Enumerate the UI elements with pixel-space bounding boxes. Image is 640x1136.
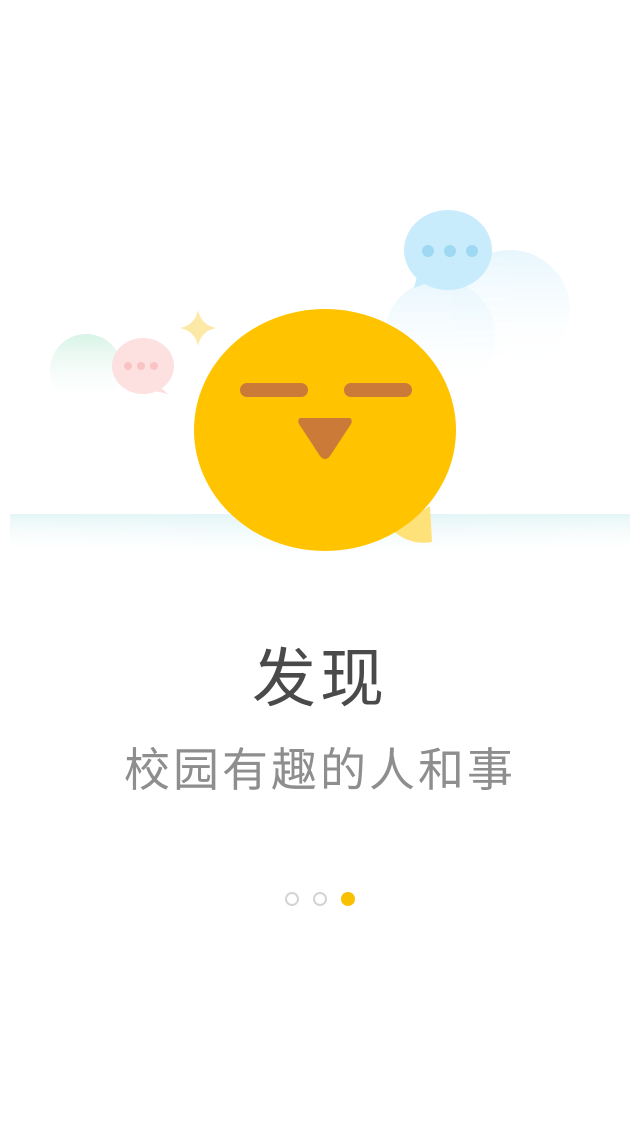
- speech-bubble-pink-icon: [112, 338, 174, 394]
- page-dot-2[interactable]: [313, 892, 327, 906]
- onboarding-screen[interactable]: 发现 校园有趣的人和事: [0, 0, 640, 1136]
- cloud-left: [50, 334, 122, 406]
- speech-bubble-blue-icon: [404, 210, 492, 290]
- yellow-chick-icon: [194, 309, 456, 551]
- page-title: 发现: [252, 643, 388, 717]
- onboarding-illustration: [0, 180, 640, 610]
- page-dot-3-active[interactable]: [341, 892, 355, 906]
- page-subtitle: 校园有趣的人和事: [124, 743, 516, 797]
- page-indicator[interactable]: [0, 890, 640, 908]
- sparkle-icon: [180, 310, 216, 346]
- page-dot-1[interactable]: [285, 892, 299, 906]
